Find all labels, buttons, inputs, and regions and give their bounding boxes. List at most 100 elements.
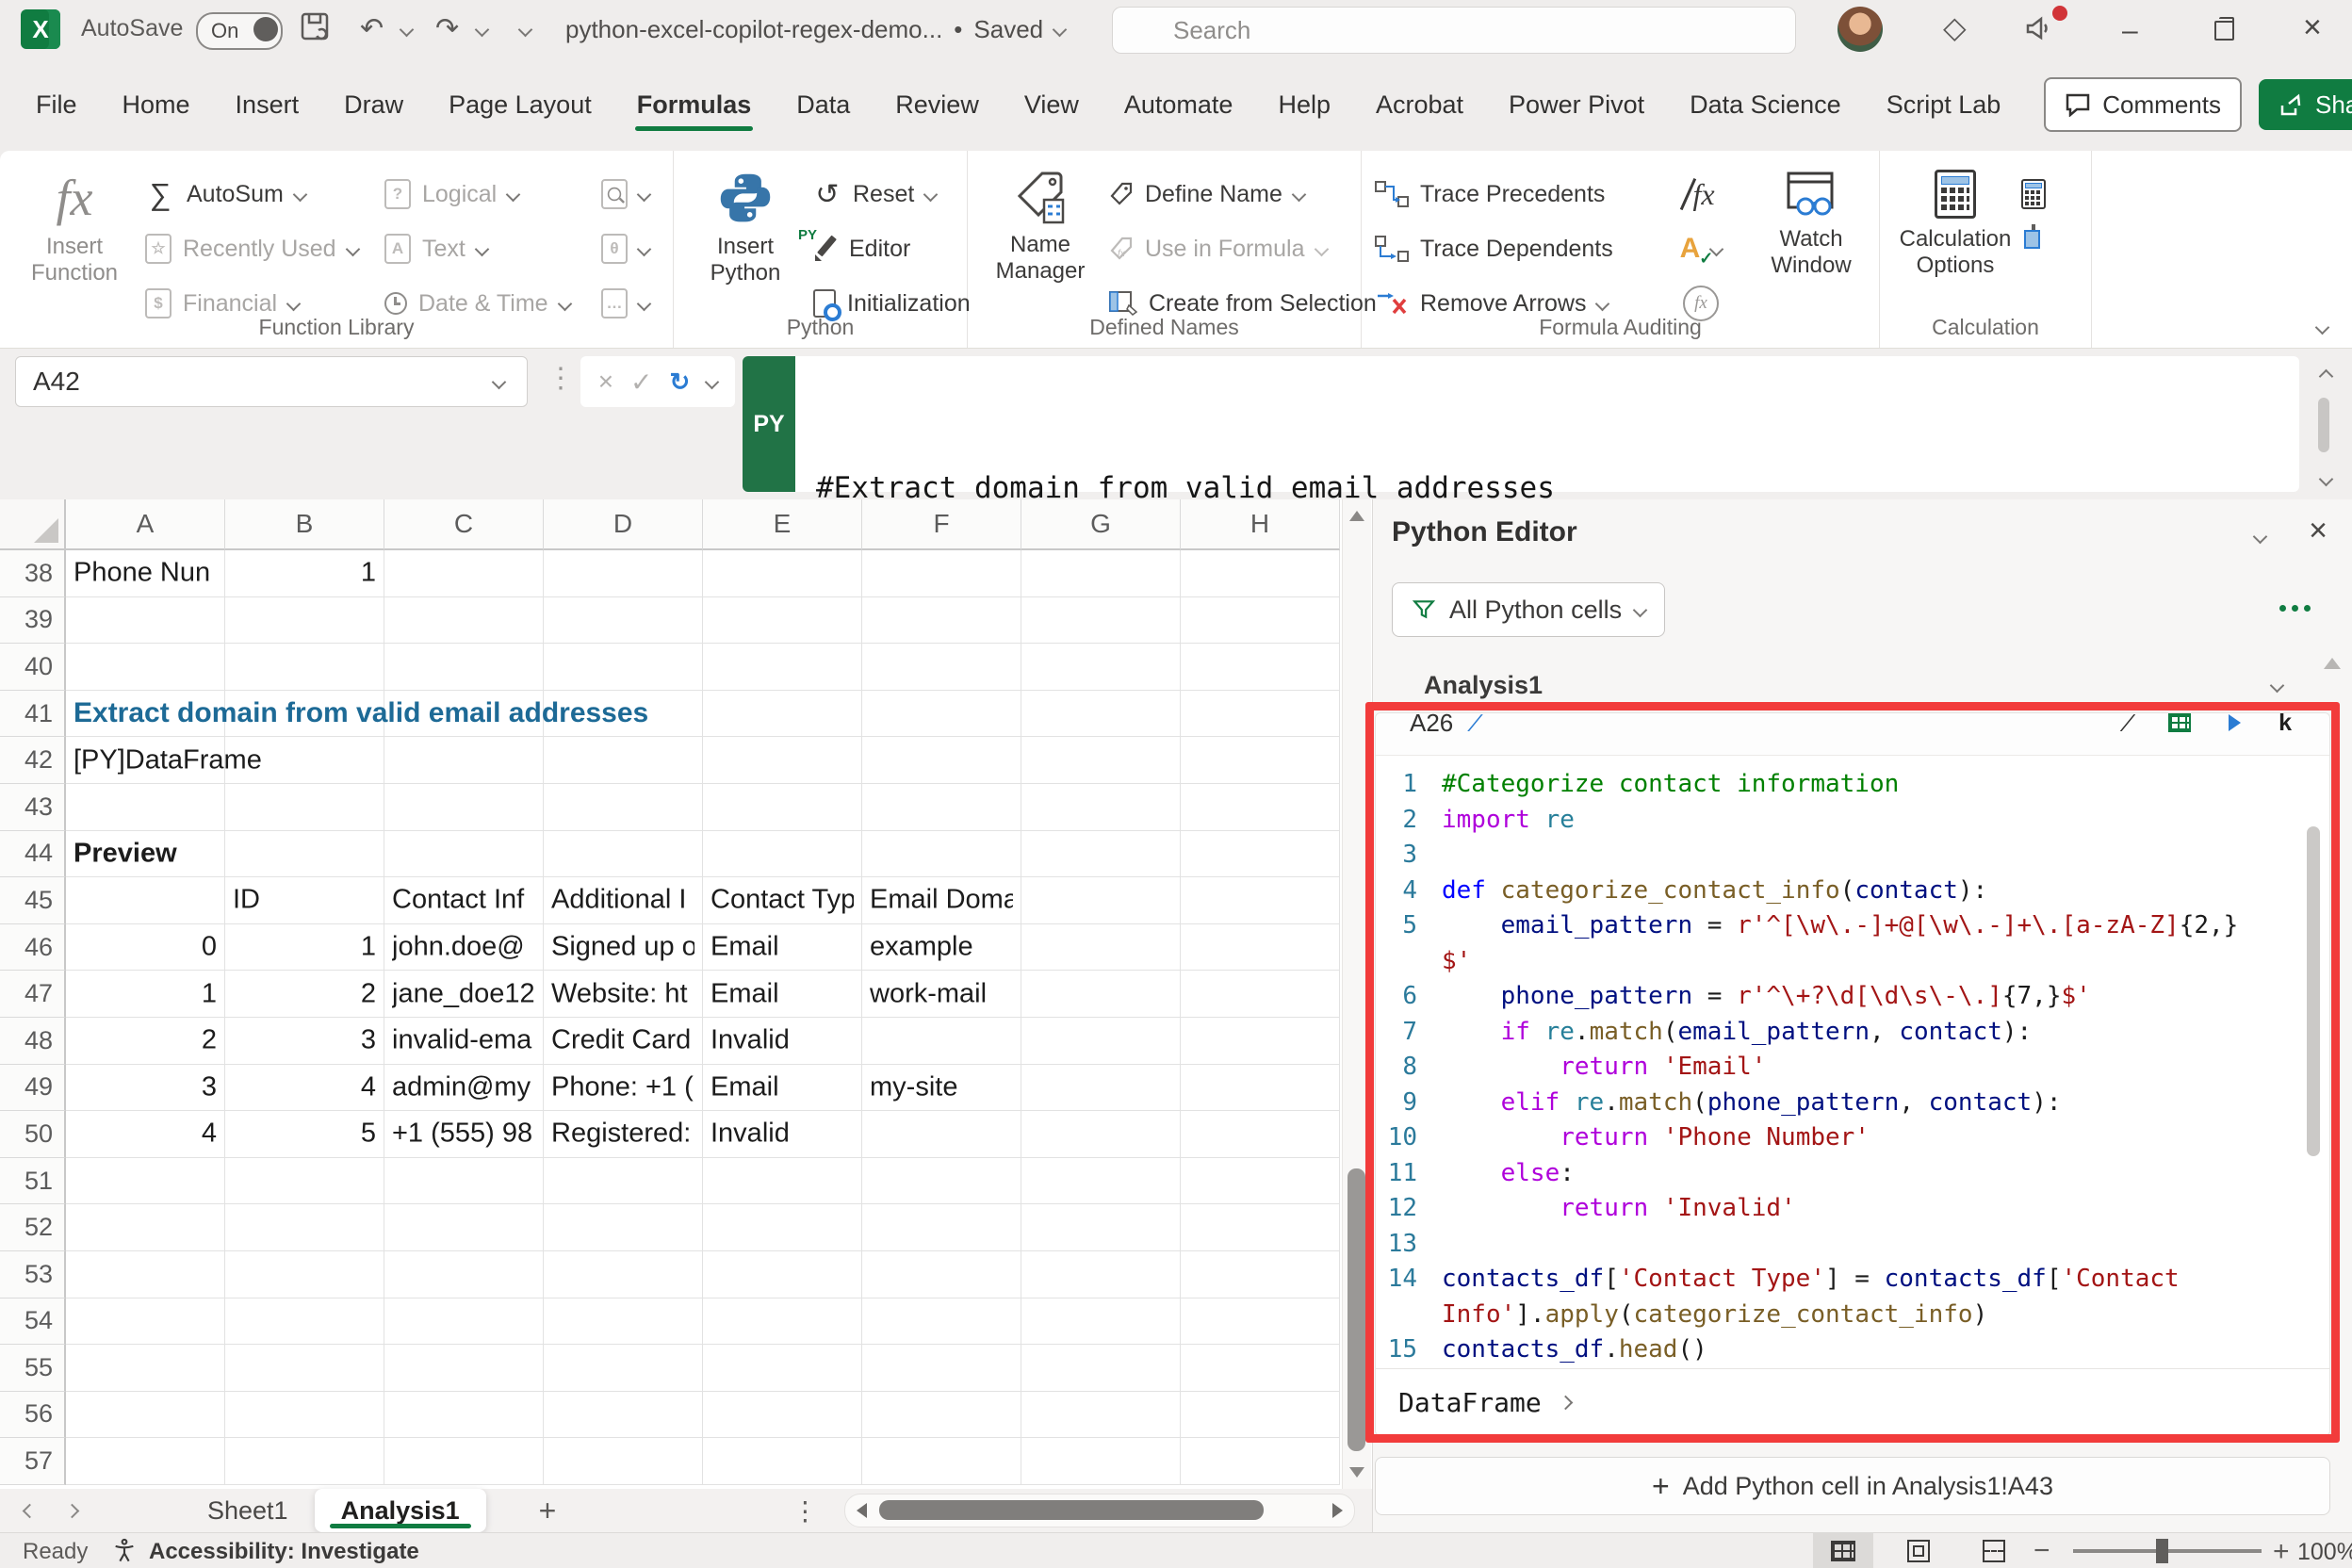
cell-B43[interactable] [225, 784, 384, 831]
column-header-B[interactable]: B [225, 499, 384, 550]
cell-D57[interactable] [544, 1438, 703, 1485]
code-line-14[interactable]: 14contacts_df['Contact Type'] = contacts… [1376, 1262, 2329, 1332]
cell-C55[interactable] [384, 1345, 544, 1392]
cell-F56[interactable] [862, 1392, 1021, 1439]
select-all-corner[interactable] [0, 499, 66, 550]
cell-D47[interactable]: Website: ht [544, 971, 703, 1018]
calculate-sheet-button[interactable] [2032, 226, 2035, 243]
cell-E46[interactable]: Email [703, 924, 862, 972]
cell-B54[interactable] [225, 1298, 384, 1346]
cell-E54[interactable] [703, 1298, 862, 1346]
cell-H57[interactable] [1181, 1438, 1340, 1485]
cell-D53[interactable] [544, 1251, 703, 1298]
cell-H53[interactable] [1181, 1251, 1340, 1298]
trace-precedents-button[interactable]: Trace Precedents [1375, 172, 1658, 217]
cell-C45[interactable]: Contact Inf [384, 877, 544, 924]
column-header-G[interactable]: G [1021, 499, 1181, 550]
python-reset-button[interactable]: ↺ Reset [813, 172, 971, 217]
code-line-1[interactable]: 1#Categorize contact information [1376, 767, 2329, 803]
vertical-scrollbar-thumb[interactable] [1348, 1168, 1365, 1451]
cell-G56[interactable] [1021, 1392, 1181, 1439]
cell-E44[interactable] [703, 831, 862, 878]
cell-G49[interactable] [1021, 1065, 1181, 1112]
cell-C43[interactable] [384, 784, 544, 831]
cell-G40[interactable] [1021, 644, 1181, 691]
cancel-icon[interactable]: × [598, 367, 613, 397]
cell-C40[interactable] [384, 644, 544, 691]
cell-F57[interactable] [862, 1438, 1021, 1485]
calculation-options-button[interactable]: Calculation Options [1889, 160, 2021, 279]
cell-E47[interactable]: Email [703, 971, 862, 1018]
cell-A47[interactable]: 1 [66, 971, 225, 1018]
cell-H54[interactable] [1181, 1298, 1340, 1346]
cell-D50[interactable]: Registered: [544, 1111, 703, 1158]
cell-G43[interactable] [1021, 784, 1181, 831]
quick-access-chevron-icon[interactable] [518, 23, 533, 38]
row-header-41[interactable]: 41 [0, 691, 66, 738]
code-line-4[interactable]: 4def categorize_contact_info(contact): [1376, 874, 2329, 909]
section-chevron-icon[interactable] [2270, 678, 2285, 694]
cell-H45[interactable] [1181, 877, 1340, 924]
premium-diamond-icon[interactable]: ◇ [1943, 11, 1967, 43]
row-header-56[interactable]: 56 [0, 1392, 66, 1439]
cell-C47[interactable]: jane_doe12 [384, 971, 544, 1018]
cell-B46[interactable]: 1 [225, 924, 384, 972]
column-header-C[interactable]: C [384, 499, 544, 550]
code-line-5[interactable]: 5 email_pattern = r'^[\w\.-]+@[\w\.-]+\.… [1376, 908, 2329, 979]
watch-window-button[interactable]: Watch Window [1750, 160, 1872, 279]
cell-G38[interactable] [1021, 550, 1181, 597]
cell-F48[interactable] [862, 1018, 1021, 1065]
cell-C44[interactable] [384, 831, 544, 878]
cell-C52[interactable] [384, 1204, 544, 1251]
dataframe-output-row[interactable]: DataFrame [1376, 1368, 2329, 1435]
cell-F55[interactable] [862, 1345, 1021, 1392]
row-header-52[interactable]: 52 [0, 1204, 66, 1251]
recently-used-button[interactable]: ☆ Recently Used [145, 226, 371, 271]
cell-D52[interactable] [544, 1204, 703, 1251]
row-header-38[interactable]: 38 [0, 550, 66, 597]
vertical-scrollbar[interactable] [1342, 499, 1371, 1489]
code-line-7[interactable]: 7 if re.match(email_pattern, contact): [1376, 1015, 2329, 1051]
code-line-11[interactable]: 11 else: [1376, 1156, 2329, 1192]
cell-G52[interactable] [1021, 1204, 1181, 1251]
formula-expand-chevron-icon[interactable] [2319, 472, 2334, 487]
page-layout-view-button[interactable] [1888, 1533, 1949, 1568]
cell-C48[interactable]: invalid-ema [384, 1018, 544, 1065]
row-header-44[interactable]: 44 [0, 831, 66, 878]
cell-B45[interactable]: ID [225, 877, 384, 924]
text-button[interactable]: A Text [384, 226, 601, 271]
cell-F41[interactable] [862, 691, 1021, 738]
cell-C50[interactable]: +1 (555) 98 [384, 1111, 544, 1158]
cell-G51[interactable] [1021, 1158, 1181, 1205]
cell-H43[interactable] [1181, 784, 1340, 831]
cell-D54[interactable] [544, 1298, 703, 1346]
zoom-in-button[interactable]: + [2273, 1536, 2290, 1568]
code-lines[interactable]: 1#Categorize contact information2import … [1376, 756, 2329, 1368]
zoom-slider-thumb[interactable] [2156, 1539, 2168, 1563]
cell-D45[interactable]: Additional I [544, 877, 703, 924]
formula-scroll-up-icon[interactable] [2319, 369, 2334, 384]
cell-H39[interactable] [1181, 597, 1340, 645]
row-header-57[interactable]: 57 [0, 1438, 66, 1485]
row-header-42[interactable]: 42 [0, 737, 66, 784]
cell-G46[interactable] [1021, 924, 1181, 972]
cell-E42[interactable] [703, 737, 862, 784]
horizontal-scrollbar-thumb[interactable] [879, 1500, 1264, 1520]
logical-button[interactable]: ? Logical [384, 172, 601, 217]
tab-acrobat[interactable]: Acrobat [1374, 81, 1465, 129]
page-break-view-button[interactable] [1964, 1533, 2024, 1568]
sheet-bar-dots-icon[interactable]: ⋮ [792, 1495, 818, 1527]
cell-B52[interactable] [225, 1204, 384, 1251]
cell-B38[interactable]: 1 [225, 550, 384, 597]
cell-C56[interactable] [384, 1392, 544, 1439]
cell-B55[interactable] [225, 1345, 384, 1392]
zoom-level[interactable]: 100% [2297, 1539, 2352, 1566]
scroll-right-icon[interactable] [1332, 1503, 1343, 1518]
row-header-39[interactable]: 39 [0, 597, 66, 645]
cell-D51[interactable] [544, 1158, 703, 1205]
cell-F50[interactable] [862, 1111, 1021, 1158]
cell-E57[interactable] [703, 1438, 862, 1485]
cell-B47[interactable]: 2 [225, 971, 384, 1018]
cell-F39[interactable] [862, 597, 1021, 645]
add-sheet-button[interactable]: + [539, 1494, 557, 1528]
